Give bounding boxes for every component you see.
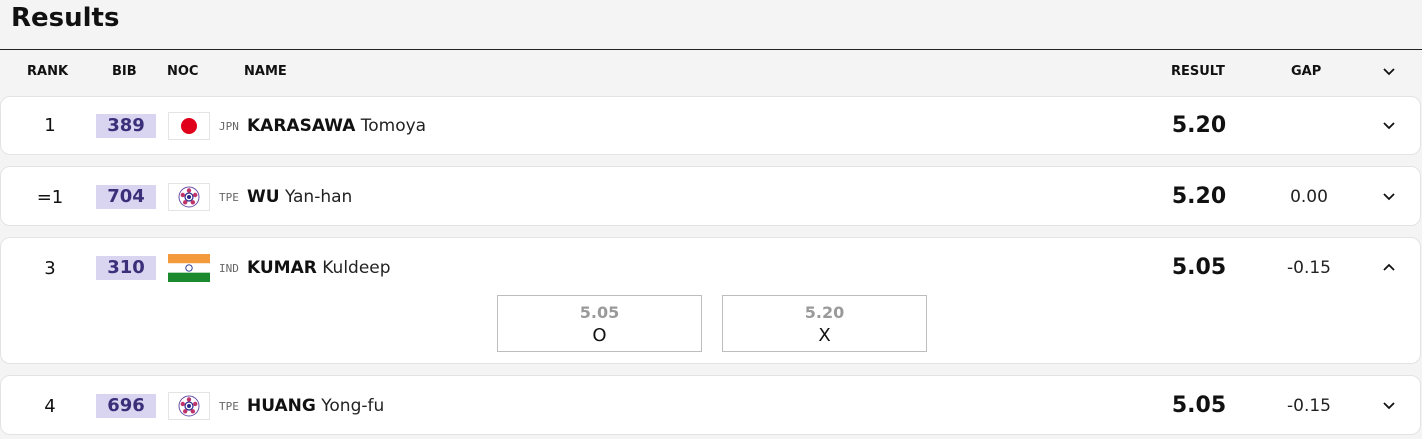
athlete-given-name: Tomoya — [360, 116, 427, 136]
chevron-up-icon[interactable] — [1381, 261, 1397, 273]
athlete-given-name: Yong-fu — [321, 396, 385, 416]
result-value: 5.05 — [1171, 255, 1227, 280]
expand-all-chevron-icon[interactable] — [1381, 65, 1397, 79]
table-row[interactable]: =1 704 TPE WU Yan-han 5.20 0.00 — [0, 166, 1421, 226]
bib-badge: 310 — [96, 256, 156, 280]
athlete-surname: WU — [247, 187, 280, 207]
rank-cell: 4 — [44, 396, 56, 417]
column-header-rank: RANK — [27, 64, 69, 79]
rank-cell: 1 — [44, 115, 56, 136]
bib-badge: 696 — [96, 394, 156, 418]
athlete-name: KUMAR Kuldeep — [247, 258, 391, 278]
chevron-down-icon[interactable] — [1381, 120, 1397, 132]
column-header-result: RESULT — [1171, 64, 1225, 79]
column-header-bib: BIB — [112, 64, 137, 79]
athlete-surname: HUANG — [247, 396, 316, 416]
athlete-given-name: Yan-han — [284, 187, 353, 207]
attempt-cell: 5.20 X — [722, 295, 927, 352]
bib-badge: 389 — [96, 114, 156, 138]
japan-flag-icon — [168, 112, 210, 140]
athlete-given-name: Kuldeep — [322, 258, 391, 278]
result-value: 5.20 — [1171, 113, 1227, 138]
attempt-mark: X — [818, 325, 831, 346]
chevron-down-icon[interactable] — [1381, 400, 1397, 412]
attempt-mark: O — [592, 325, 607, 346]
athlete-name: HUANG Yong-fu — [247, 396, 384, 416]
noc-code: TPE — [219, 400, 239, 413]
athlete-surname: KUMAR — [247, 258, 317, 278]
attempt-height: 5.20 — [804, 303, 845, 322]
table-row-expanded[interactable]: 3 310 IND KUMAR Kuldeep 5.05 -0.15 5.05 … — [0, 237, 1421, 364]
table-row[interactable]: 1 389 JPN KARASAWA Tomoya 5.20 — [0, 96, 1421, 155]
noc-code: TPE — [219, 191, 239, 204]
page-title: Results — [11, 3, 120, 33]
chevron-down-icon[interactable] — [1381, 191, 1397, 203]
column-header-noc: NOC — [167, 64, 199, 79]
table-row[interactable]: 4 696 TPE HUANG Yong-fu 5.05 -0.15 — [0, 375, 1421, 435]
result-value: 5.20 — [1171, 184, 1227, 209]
attempt-cell: 5.05 O — [497, 295, 702, 352]
gap-value: 0.00 — [1290, 187, 1328, 207]
column-header-name: NAME — [244, 64, 287, 79]
india-flag-icon — [168, 254, 210, 282]
athlete-name: WU Yan-han — [247, 187, 352, 207]
rank-cell: =1 — [36, 187, 64, 208]
gap-value: -0.15 — [1287, 396, 1331, 416]
noc-code: IND — [219, 262, 239, 275]
attempt-height: 5.05 — [579, 303, 620, 322]
chinese-taipei-flag-icon — [168, 183, 210, 211]
noc-code: JPN — [219, 120, 239, 133]
rank-cell: 3 — [44, 258, 56, 279]
athlete-name: KARASAWA Tomoya — [247, 116, 426, 136]
athlete-surname: KARASAWA — [247, 116, 356, 136]
column-header-gap: GAP — [1291, 64, 1322, 79]
gap-value: -0.15 — [1287, 258, 1331, 278]
title-divider — [0, 49, 1422, 50]
result-value: 5.05 — [1171, 393, 1227, 418]
chinese-taipei-flag-icon — [168, 392, 210, 420]
bib-badge: 704 — [96, 185, 156, 209]
